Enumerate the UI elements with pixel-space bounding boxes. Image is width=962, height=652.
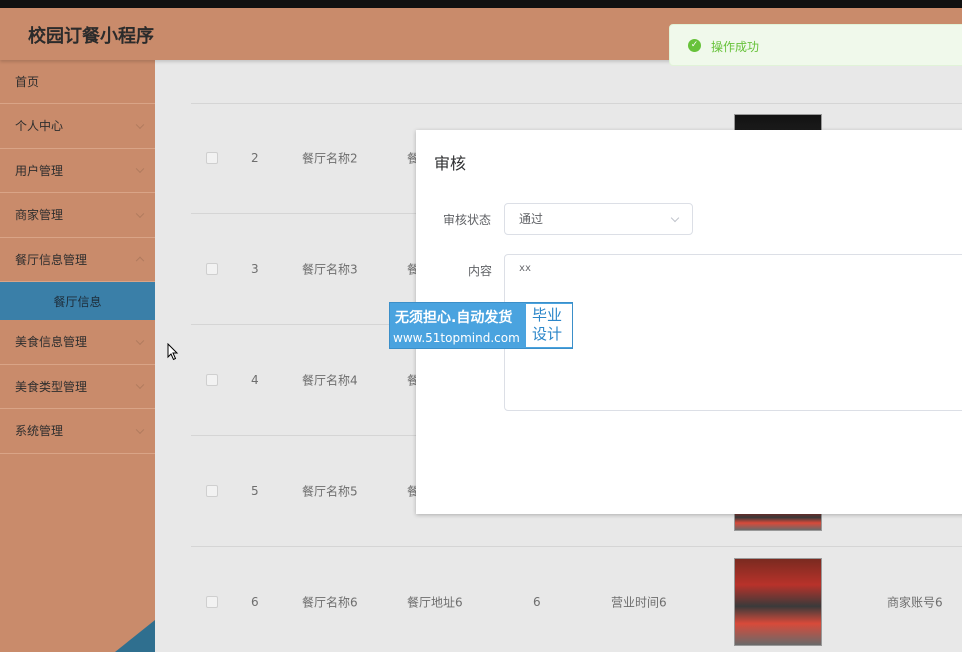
sidebar-item-label: 商家管理 [15,208,64,223]
sidebar: 首页 个人中心 用户管理 商家管理 餐厅信息管理 餐厅信息 美食信息管理 美食类… [0,60,155,652]
row-index: 2 [251,151,259,165]
row-value: 6 [533,595,541,609]
sidebar-item-label: 个人中心 [15,119,64,134]
table-row [191,60,962,104]
success-toast: ✓ 操作成功 [669,24,962,66]
watermark-badge: 毕业 设计 [526,304,572,347]
row-checkbox[interactable] [206,263,218,275]
window-top-bar [0,0,962,8]
sidebar-item-label: 餐厅信息管理 [15,252,88,267]
sidebar-item-restaurant-management[interactable]: 餐厅信息管理 [0,238,155,282]
sidebar-item-system-management[interactable]: 系统管理 [0,409,155,454]
sidebar-item-label: 美食信息管理 [15,335,88,350]
row-index: 5 [251,484,259,498]
sidebar-item-label: 系统管理 [15,424,64,439]
row-index: 6 [251,595,259,609]
dialog-title: 审核 [434,154,467,173]
status-select[interactable]: 通过 [504,203,693,235]
sidebar-item-food-management[interactable]: 美食信息管理 [0,320,155,365]
chevron-down-icon [135,120,145,129]
row-name: 餐厅名称2 [302,151,358,166]
sidebar-item-user-management[interactable]: 用户管理 [0,149,155,193]
watermark-text-block: 无须担心.自动发货 www.51topmind.com [390,303,524,348]
row-hours: 营业时间6 [611,595,667,610]
sidebar-item-merchant-management[interactable]: 商家管理 [0,193,155,238]
content-value: xx [519,263,532,274]
row-index: 4 [251,373,259,387]
sidebar-corner-decoration [115,620,155,652]
chevron-down-icon [135,336,145,345]
chevron-down-icon [135,164,145,174]
sidebar-item-food-type-management[interactable]: 美食类型管理 [0,365,155,409]
row-name: 餐厅名称3 [302,262,358,277]
chevron-down-icon [670,213,680,223]
status-label: 审核状态 [443,213,492,227]
sidebar-item-label: 用户管理 [15,163,64,178]
check-circle-icon: ✓ [688,39,701,52]
row-checkbox[interactable] [206,596,218,608]
sidebar-item-label: 美食类型管理 [15,379,88,394]
row-name: 餐厅名称6 [302,595,358,610]
chevron-down-icon [135,209,145,218]
sidebar-item-label: 餐厅信息 [53,294,102,309]
row-checkbox[interactable] [206,152,218,164]
content-label: 内容 [468,264,493,278]
app-title: 校园订餐小程序 [28,26,154,47]
chevron-down-icon [135,380,145,390]
restaurant-thumbnail[interactable] [734,558,822,646]
toast-message: 操作成功 [711,40,760,54]
row-address: 餐厅地址6 [407,595,463,610]
sidebar-item-personal-center[interactable]: 个人中心 [0,104,155,149]
row-name: 餐厅名称4 [302,373,358,388]
watermark-line2: www.51topmind.com [393,331,520,345]
watermark-banner: 无须担心.自动发货 www.51topmind.com 毕业 设计 [389,302,573,349]
watermark-line1: 无须担心.自动发货 [395,310,513,326]
row-name: 餐厅名称5 [302,484,358,499]
sidebar-item-home[interactable]: 首页 [0,60,155,104]
row-checkbox[interactable] [206,485,218,497]
row-index: 3 [251,262,259,276]
chevron-up-icon [135,256,145,266]
watermark-badge-line2: 设计 [532,325,563,343]
watermark-badge-line1: 毕业 [532,306,563,324]
row-checkbox[interactable] [206,374,218,386]
status-select-value: 通过 [519,212,544,226]
mouse-cursor-icon [167,343,179,361]
chevron-down-icon [135,425,145,434]
sidebar-subitem-restaurant-info[interactable]: 餐厅信息 [0,282,155,320]
row-account: 商家账号6 [887,595,943,610]
table-row: 6 餐厅名称6 餐厅地址6 6 营业时间6 商家账号6 [191,547,962,652]
sidebar-item-label: 首页 [15,75,40,89]
